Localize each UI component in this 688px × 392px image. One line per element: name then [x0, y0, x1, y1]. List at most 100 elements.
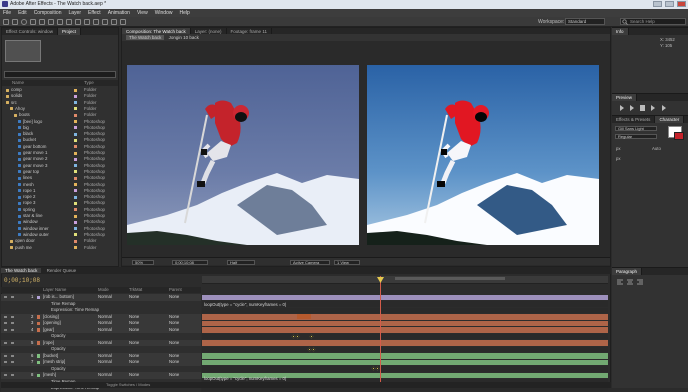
rotate-tool-icon[interactable]: [30, 19, 36, 25]
label-color-swatch[interactable]: [74, 138, 77, 142]
stroke-color-swatch[interactable]: [674, 132, 684, 140]
lock-icon[interactable]: [11, 296, 14, 298]
visibility-eye-icon[interactable]: [4, 322, 7, 324]
clone-stamp-tool-icon[interactable]: [93, 19, 99, 25]
layer-label-color[interactable]: [37, 321, 40, 325]
lock-icon[interactable]: [11, 361, 14, 363]
label-color-swatch[interactable]: [74, 132, 77, 136]
rectangle-tool-icon[interactable]: [57, 19, 63, 25]
layer-duration-bar[interactable]: [202, 320, 608, 326]
menu-composition[interactable]: Composition: [34, 9, 62, 17]
column-type[interactable]: Type: [84, 80, 94, 86]
layer-label-color[interactable]: [37, 373, 40, 377]
label-color-swatch[interactable]: [74, 183, 77, 186]
tab-effects-presets[interactable]: Effects & Presets: [612, 116, 656, 123]
font-style-select[interactable]: Regular: [615, 134, 657, 139]
puppet-tool-icon[interactable]: [120, 19, 126, 25]
label-color-swatch[interactable]: [74, 107, 77, 111]
layer-label-color[interactable]: [37, 341, 40, 345]
menu-effect[interactable]: Effect: [88, 9, 101, 17]
menu-animation[interactable]: Animation: [108, 9, 130, 17]
label-color-swatch[interactable]: [74, 227, 77, 231]
label-color-swatch[interactable]: [74, 195, 77, 199]
layer-duration-bar[interactable]: [202, 294, 608, 300]
property-track[interactable]: [202, 307, 608, 313]
label-color-swatch[interactable]: [74, 88, 77, 92]
label-color-swatch[interactable]: [74, 214, 77, 218]
property-track[interactable]: [202, 333, 608, 339]
search-help-input[interactable]: Search Help: [620, 18, 686, 25]
label-color-swatch[interactable]: [74, 233, 77, 237]
type-tool-icon[interactable]: [75, 19, 81, 25]
magnification-select[interactable]: 50%: [132, 259, 154, 265]
label-color-swatch[interactable]: [74, 239, 77, 243]
tab-preview[interactable]: Preview: [612, 94, 638, 101]
label-color-swatch[interactable]: [74, 151, 77, 155]
column-name[interactable]: Name: [12, 80, 24, 86]
zoom-tool-icon[interactable]: [21, 19, 27, 25]
tab-effect-controls[interactable]: Effect Controls: window: [2, 28, 58, 35]
tab-info[interactable]: Info: [612, 28, 629, 35]
toggle-switches-modes[interactable]: Toggle Switches / Modes: [106, 382, 150, 388]
tab-render-queue[interactable]: Render Queue: [43, 268, 81, 273]
label-color-swatch[interactable]: [74, 145, 77, 149]
column-trkmat[interactable]: TrkMat: [129, 287, 142, 293]
menu-edit[interactable]: Edit: [18, 9, 27, 17]
label-color-swatch[interactable]: [74, 246, 77, 249]
visibility-eye-icon[interactable]: [4, 361, 7, 363]
expression-text-2[interactable]: loopOut(type = "cycle", numKeyframes = 0…: [204, 376, 286, 381]
property-track[interactable]: [202, 366, 608, 372]
menu-view[interactable]: View: [137, 9, 148, 17]
layer-duration-bar[interactable]: [202, 340, 608, 346]
maximize-button[interactable]: [665, 1, 674, 7]
menu-file[interactable]: File: [3, 9, 11, 17]
comp-subtab-jongin[interactable]: Jongin 10 back: [166, 35, 202, 40]
lock-icon[interactable]: [11, 374, 14, 376]
current-time-indicator-line[interactable]: [380, 276, 381, 386]
label-color-swatch[interactable]: [74, 94, 77, 98]
column-parent[interactable]: Parent: [169, 287, 182, 293]
column-layer-name[interactable]: Layer Name: [43, 287, 66, 293]
hand-tool-icon[interactable]: [12, 19, 18, 25]
label-color-swatch[interactable]: [74, 126, 77, 130]
tab-character[interactable]: Character: [655, 116, 685, 123]
layer-label-color[interactable]: [37, 360, 40, 364]
viewer-enhanced-image[interactable]: [367, 65, 599, 245]
visibility-eye-icon[interactable]: [4, 328, 7, 331]
roto-brush-tool-icon[interactable]: [111, 19, 117, 25]
lock-icon[interactable]: [11, 354, 14, 357]
pen-tool-icon[interactable]: [66, 19, 72, 25]
selection-tool-icon[interactable]: [3, 19, 9, 25]
project-search-input[interactable]: [4, 71, 116, 78]
workspace-select[interactable]: Standard: [565, 18, 605, 25]
layer-label-color[interactable]: [37, 295, 40, 299]
label-color-swatch[interactable]: [74, 189, 77, 193]
view-layout-select[interactable]: 1 View: [334, 259, 360, 265]
comp-subtab-watch-back[interactable]: The Watch back: [126, 35, 165, 40]
expression-text-1[interactable]: loopOut(type = "cycle", numKeyframes = 0…: [204, 302, 286, 307]
preview-transport-icons[interactable]: [618, 104, 678, 112]
label-color-swatch[interactable]: [74, 120, 77, 123]
layer-duration-bar[interactable]: [202, 359, 608, 365]
visibility-eye-icon[interactable]: [4, 354, 7, 357]
layer-duration-bar[interactable]: [202, 327, 608, 333]
visibility-eye-icon[interactable]: [4, 315, 7, 318]
menu-window[interactable]: Window: [155, 9, 173, 17]
layer-duration-bar[interactable]: [202, 353, 608, 359]
label-color-swatch[interactable]: [74, 170, 77, 174]
label-color-swatch[interactable]: [74, 176, 77, 180]
label-color-swatch[interactable]: [74, 101, 77, 105]
current-time-display[interactable]: 0;00;10;08: [172, 259, 208, 265]
label-color-swatch[interactable]: [74, 220, 77, 224]
minimize-button[interactable]: [653, 1, 662, 7]
leading-field[interactable]: Auto: [652, 146, 661, 151]
brush-tool-icon[interactable]: [84, 19, 90, 25]
font-size-field[interactable]: px: [616, 146, 621, 151]
tab-project[interactable]: Project: [57, 28, 81, 35]
camera-tool-icon[interactable]: [39, 19, 45, 25]
label-color-swatch[interactable]: [74, 157, 77, 161]
layer-label-color[interactable]: [37, 328, 40, 332]
work-area-bar[interactable]: [395, 277, 505, 280]
tab-timeline-watch-back[interactable]: The Watch back: [1, 268, 42, 273]
layer-duration-bar[interactable]: [297, 314, 311, 319]
